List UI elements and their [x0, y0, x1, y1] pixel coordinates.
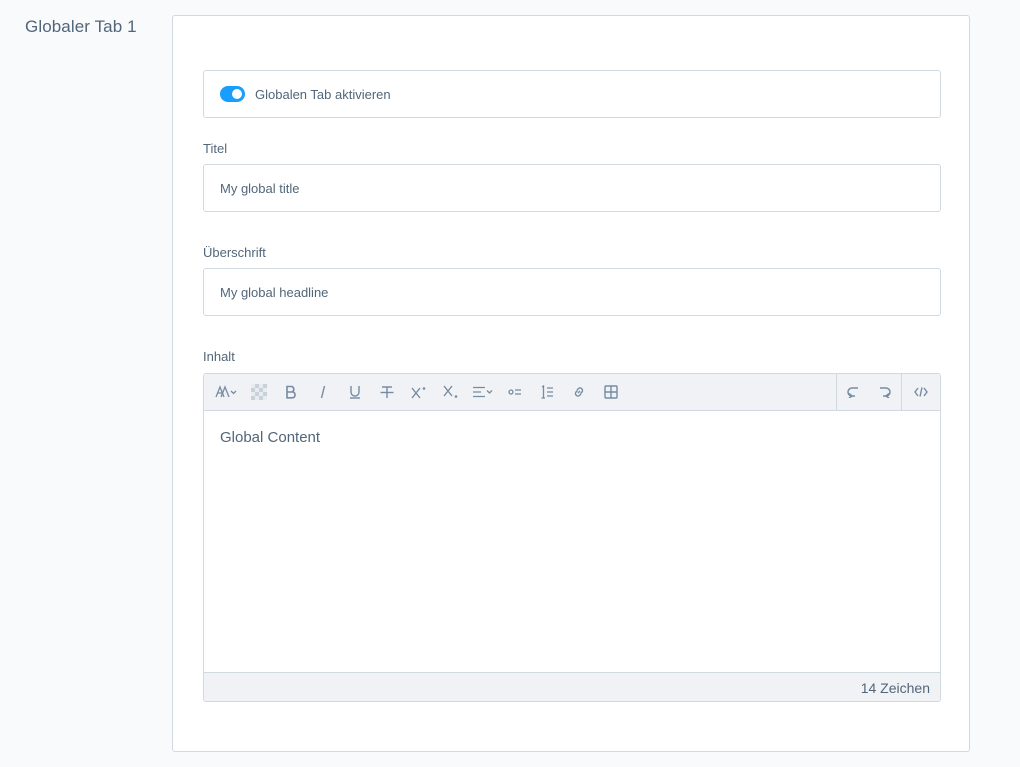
ordered-list-icon[interactable] — [531, 374, 563, 410]
switch-knob — [232, 89, 242, 99]
toolbar-right-group — [836, 374, 940, 410]
editor-footer: 14 Zeichen — [204, 672, 940, 701]
global-tab-card: Globalen Tab aktivieren Titel Überschrif… — [172, 15, 970, 752]
global-tab-toggle-box: Globalen Tab aktivieren — [203, 70, 941, 118]
global-tab-switch-label[interactable]: Globalen Tab aktivieren — [255, 87, 391, 102]
align-icon[interactable] — [467, 374, 499, 410]
section-title: Globaler Tab 1 — [25, 17, 137, 36]
history-group — [836, 374, 901, 410]
bold-icon[interactable] — [275, 374, 307, 410]
editor-content-area[interactable]: Global Content — [204, 411, 940, 672]
content-editor: Global Content 14 Zeichen — [203, 373, 941, 702]
strikethrough-icon[interactable] — [371, 374, 403, 410]
content-label: Inhalt — [203, 349, 235, 364]
character-count: 14 Zeichen — [860, 679, 930, 696]
subscript-icon[interactable] — [435, 374, 467, 410]
editor-toolbar — [204, 374, 940, 411]
global-tab-switch[interactable] — [220, 86, 245, 102]
unordered-list-icon[interactable] — [499, 374, 531, 410]
title-input[interactable] — [203, 164, 941, 212]
table-icon[interactable] — [595, 374, 627, 410]
underline-icon[interactable] — [339, 374, 371, 410]
page: Globaler Tab 1 Globalen Tab aktivieren T… — [0, 0, 1020, 767]
title-label: Titel — [203, 141, 228, 156]
superscript-icon[interactable] — [403, 374, 435, 410]
text-style-icon[interactable] — [209, 374, 243, 410]
link-icon[interactable] — [563, 374, 595, 410]
italic-icon[interactable] — [307, 374, 339, 410]
headline-input[interactable] — [203, 268, 941, 316]
headline-label: Überschrift — [203, 245, 266, 260]
code-group — [901, 374, 940, 410]
text-color-icon[interactable] — [243, 374, 275, 410]
undo-icon[interactable] — [837, 374, 869, 410]
code-view-icon[interactable] — [902, 374, 940, 410]
redo-icon[interactable] — [869, 374, 901, 410]
